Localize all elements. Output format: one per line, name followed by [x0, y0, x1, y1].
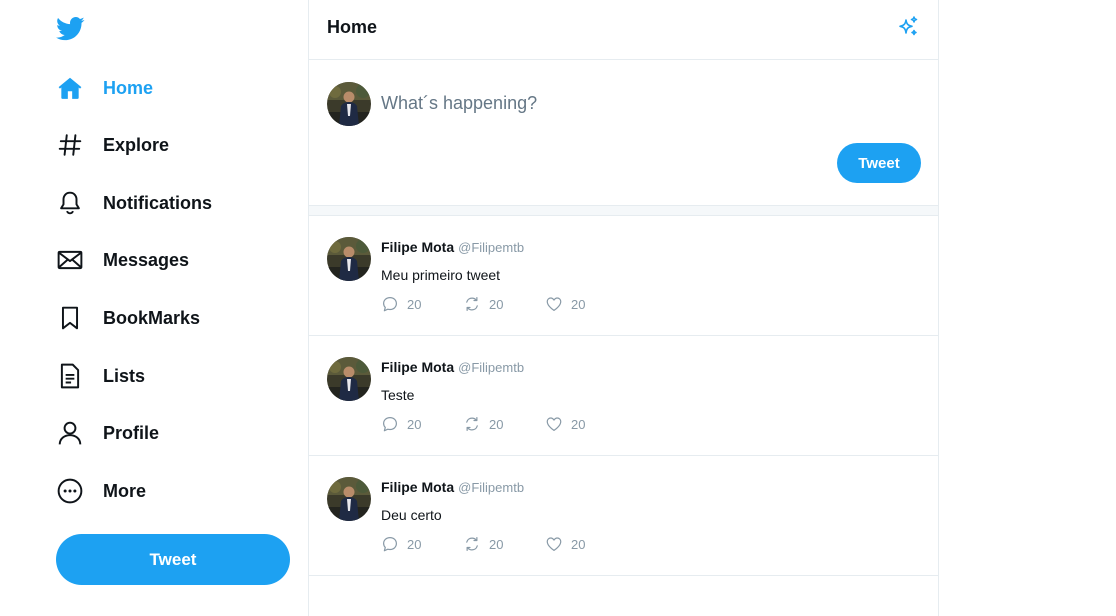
more-icon — [56, 477, 84, 505]
heart-icon — [546, 537, 562, 551]
like-button[interactable]: 20 — [545, 295, 627, 313]
tweet-item[interactable]: Filipe Mota @Filipemtb Teste 20 20 20 — [309, 336, 938, 456]
sidebar-item-lists[interactable]: Lists — [56, 354, 145, 398]
tweet-header: Filipe Mota @Filipemtb — [381, 479, 524, 495]
reply-icon — [383, 537, 397, 552]
retweet-button[interactable]: 20 — [463, 535, 545, 553]
tweet-actions: 20 20 20 — [381, 415, 627, 433]
tweet-author-name[interactable]: Filipe Mota — [381, 239, 454, 255]
sidebar-tweet-button[interactable]: Tweet — [56, 534, 290, 585]
user-icon — [56, 419, 84, 447]
tweet-actions: 20 20 20 — [381, 295, 627, 313]
retweet-count: 20 — [489, 296, 504, 312]
timeline-divider — [309, 206, 938, 216]
tweet-item[interactable]: Filipe Mota @Filipemtb Meu primeiro twee… — [309, 216, 938, 336]
hashtag-icon — [56, 131, 84, 159]
reply-icon — [383, 417, 397, 432]
like-button[interactable]: 20 — [545, 415, 627, 433]
reply-count: 20 — [407, 536, 422, 552]
avatar[interactable] — [327, 357, 371, 401]
reply-button[interactable]: 20 — [381, 295, 463, 313]
main-timeline: Home Tweet Filipe Mota @Filipemtb Meu pr… — [308, 0, 939, 616]
tweet-composer: Tweet — [309, 60, 938, 206]
tweet-header: Filipe Mota @Filipemtb — [381, 359, 524, 375]
tweet-text: Teste — [381, 387, 415, 403]
retweet-icon — [466, 537, 478, 551]
avatar — [327, 82, 371, 126]
reply-count: 20 — [407, 416, 422, 432]
sidebar-item-bookmarks[interactable]: BookMarks — [56, 296, 200, 340]
tweet-text: Meu primeiro tweet — [381, 267, 501, 283]
like-count: 20 — [571, 416, 586, 432]
avatar[interactable] — [327, 477, 371, 521]
retweet-icon — [466, 297, 478, 311]
sidebar-item-label: Explore — [103, 134, 170, 155]
tweet-author-name[interactable]: Filipe Mota — [381, 359, 454, 375]
sidebar-item-label: More — [103, 480, 147, 501]
retweet-button[interactable]: 20 — [463, 295, 545, 313]
retweet-count: 20 — [489, 536, 504, 552]
envelope-icon — [56, 246, 84, 274]
like-count: 20 — [571, 536, 586, 552]
sidebar: Home Explore Notifications Messages Book… — [0, 0, 309, 616]
composer-tweet-button[interactable]: Tweet — [837, 143, 921, 183]
tweet-author-name[interactable]: Filipe Mota — [381, 479, 454, 495]
sidebar-item-home[interactable]: Home — [56, 66, 153, 110]
list-icon — [56, 362, 84, 390]
heart-icon — [546, 417, 562, 431]
sidebar-item-label: BookMarks — [103, 307, 201, 328]
bookmark-icon — [56, 304, 84, 332]
sidebar-item-notifications[interactable]: Notifications — [56, 181, 212, 225]
reply-button[interactable]: 20 — [381, 535, 463, 553]
sidebar-item-label: Messages — [103, 249, 190, 270]
twitter-bird-icon[interactable] — [56, 16, 85, 42]
tweet-text: Deu certo — [381, 507, 442, 523]
reply-button[interactable]: 20 — [381, 415, 463, 433]
composer-input[interactable] — [381, 83, 901, 123]
bell-icon — [56, 189, 84, 217]
retweet-button[interactable]: 20 — [463, 415, 545, 433]
retweet-icon — [466, 417, 478, 431]
sparkle-icon[interactable] — [896, 15, 920, 39]
home-icon — [56, 74, 84, 102]
reply-count: 20 — [407, 296, 422, 312]
tweet-header: Filipe Mota @Filipemtb — [381, 239, 524, 255]
tweet-author-handle[interactable]: @Filipemtb — [458, 240, 524, 255]
like-button[interactable]: 20 — [545, 535, 627, 553]
sidebar-item-label: Profile — [103, 422, 160, 443]
sidebar-item-label: Home — [103, 77, 154, 98]
tweet-item[interactable]: Filipe Mota @Filipemtb Deu certo 20 20 2… — [309, 456, 938, 576]
like-count: 20 — [571, 296, 586, 312]
sidebar-item-label: Notifications — [103, 192, 213, 213]
page-title: Home — [327, 17, 378, 37]
tweet-actions: 20 20 20 — [381, 535, 627, 553]
timeline-header: Home — [309, 0, 938, 60]
sidebar-item-more[interactable]: More — [56, 469, 146, 513]
tweet-author-handle[interactable]: @Filipemtb — [458, 480, 524, 495]
sidebar-item-messages[interactable]: Messages — [56, 238, 189, 282]
reply-icon — [383, 297, 397, 312]
sidebar-item-explore[interactable]: Explore — [56, 123, 169, 167]
sidebar-item-profile[interactable]: Profile — [56, 411, 159, 455]
retweet-count: 20 — [489, 416, 504, 432]
tweet-author-handle[interactable]: @Filipemtb — [458, 360, 524, 375]
sidebar-item-label: Lists — [103, 365, 146, 386]
avatar[interactable] — [327, 237, 371, 281]
heart-icon — [546, 297, 562, 311]
